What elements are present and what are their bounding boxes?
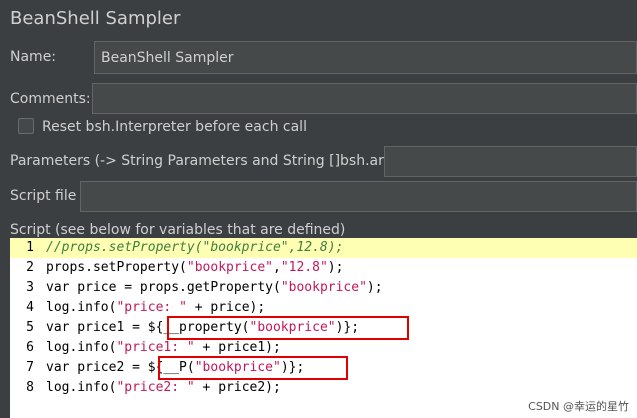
p-function-highlight-box [158,356,348,380]
script-line: 1 //props.setProperty("bookprice",12.8); [10,238,637,258]
line-number: 1 [26,240,34,255]
property-highlight-box [167,316,409,340]
name-field-value: BeanShell Sampler [101,50,234,66]
comment-text: //props.setProperty("bookprice",12.8); [46,240,344,255]
name-field[interactable]: BeanShell Sampler [94,41,637,74]
line-text: var price = props.getProperty("bookprice… [46,280,383,295]
script-line: 6 log.info("price1: " + price1); [10,338,637,358]
sampler-title: BeanShell Sampler [10,8,181,29]
script-line: 2 props.setProperty("bookprice","12.8"); [10,258,637,278]
comments-field[interactable] [92,83,637,114]
comments-label: Comments: [10,91,91,107]
name-label: Name: [10,49,57,65]
line-number: 2 [26,260,34,275]
script-file-label: Script file [10,188,77,204]
line-text: log.info("price2: " + price2); [46,380,281,395]
line-text: props.setProperty("bookprice","12.8"); [46,260,344,275]
line-text: //props.setProperty("bookprice",12.8); [46,238,343,258]
parameters-field[interactable] [384,146,637,177]
script-line: 4 log.info("price: " + price); [10,298,637,318]
line-number: 3 [26,280,34,295]
script-line: 8 log.info("price2: " + price2); [10,378,637,398]
watermark: CSDN @幸运的星竹 [526,398,631,414]
line-number: 7 [26,360,34,375]
script-file-field[interactable] [80,181,637,212]
line-number: 5 [26,320,34,335]
parameters-label: Parameters (-> String Parameters and Str… [10,153,406,169]
script-label: Script (see below for variables that are… [10,222,346,238]
line-text: log.info("price1: " + price1); [46,340,281,355]
line-text: log.info("price: " + price); [46,300,266,315]
line-number: 6 [26,340,34,355]
script-line: 3 var price = props.getProperty("bookpric… [10,278,637,298]
reset-interpreter-label: Reset bsh.Interpreter before each call [42,119,307,135]
reset-interpreter-checkbox[interactable] [18,118,34,134]
script-editor[interactable]: 1//props.setProperty("bookprice",12.8); … [10,238,637,418]
line-number: 8 [26,380,34,395]
line-number: 4 [26,300,34,315]
